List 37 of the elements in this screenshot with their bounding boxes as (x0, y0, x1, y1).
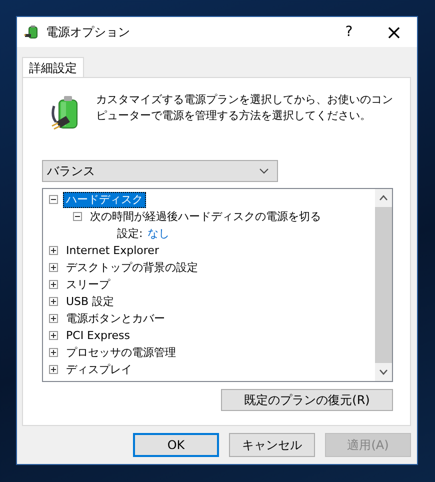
expand-icon[interactable] (49, 314, 58, 323)
tree-item[interactable]: ハードディスク (63, 192, 146, 208)
collapse-icon[interactable] (73, 212, 82, 221)
tree-item[interactable]: 次の時間が経過後ハードディスクの電源を切る (87, 208, 324, 224)
scroll-up-icon[interactable] (379, 195, 388, 201)
tree-item[interactable]: 電源ボタンとカバー (63, 310, 168, 326)
battery-plug-icon (24, 24, 40, 40)
setting-label: 設定: (117, 226, 143, 241)
tree-item[interactable]: プロセッサの電源管理 (63, 344, 179, 360)
plan-dropdown[interactable]: バランス (42, 160, 278, 182)
expand-icon[interactable] (49, 246, 58, 255)
restore-defaults-button[interactable]: 既定のプランの復元(R) (221, 389, 393, 411)
help-button[interactable]: ? (327, 17, 371, 47)
expand-icon[interactable] (49, 280, 58, 289)
description-text: カスタマイズする電源プランを選択してから、お使いのコンピューターで電源を管理する方法を選択してください。 (96, 92, 393, 124)
window-title: 電源オプション (46, 24, 131, 40)
tree-item[interactable]: スリープ (63, 276, 113, 292)
expand-icon[interactable] (49, 348, 58, 357)
scrollbar-thumb[interactable] (375, 207, 392, 363)
chevron-down-icon (259, 168, 269, 174)
expand-icon[interactable] (49, 263, 58, 272)
tab[interactable]: 詳細設定 (22, 57, 84, 78)
expand-icon[interactable] (49, 297, 58, 306)
tree-item[interactable]: デスクトップの背景の設定 (63, 260, 201, 276)
tree-item[interactable]: Internet Explorer (63, 242, 162, 258)
expand-icon[interactable] (49, 365, 58, 374)
setting-value-link[interactable]: なし (148, 226, 170, 241)
scroll-down-icon[interactable] (379, 369, 388, 375)
tree-item[interactable]: USB 設定 (63, 294, 118, 310)
dialog-button[interactable]: OK (133, 433, 219, 457)
tree-item[interactable]: PCI Express (63, 328, 134, 344)
scrollbar[interactable] (375, 189, 392, 381)
expand-icon[interactable] (49, 331, 58, 340)
tree-item[interactable]: ディスプレイ (63, 362, 135, 378)
close-button[interactable]: × (371, 17, 417, 47)
dialog-button[interactable]: キャンセル (229, 433, 315, 457)
collapse-icon[interactable] (49, 195, 58, 204)
